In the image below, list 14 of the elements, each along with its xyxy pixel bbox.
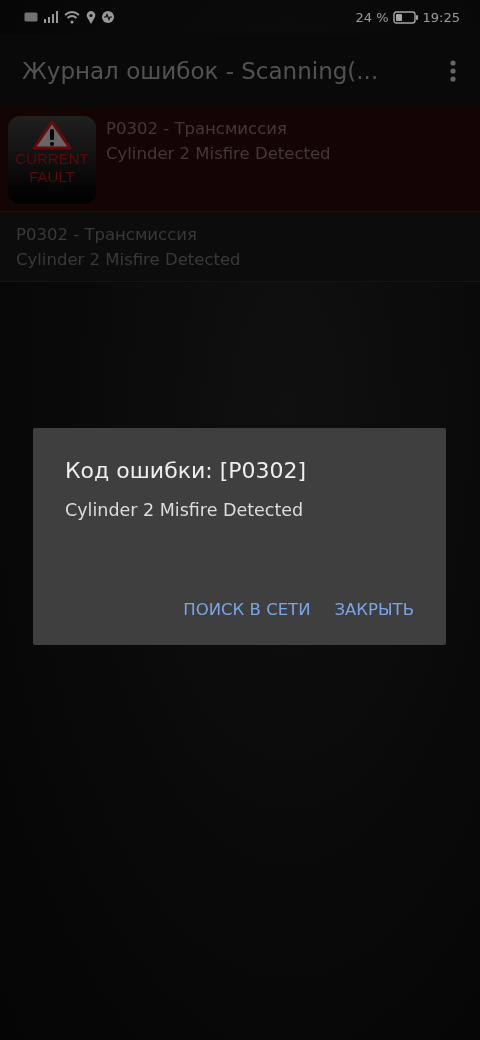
wifi-icon	[64, 10, 80, 24]
signal-icon	[44, 11, 58, 23]
dialog-button[interactable]: ЗАКРЫТЬ	[326, 594, 422, 625]
app-title: Журнал ошибок - Scanning(...	[22, 58, 379, 84]
current-fault-icon: CURRENT FAULT	[8, 116, 96, 204]
location-icon	[86, 10, 96, 24]
battery-icon	[392, 10, 419, 24]
more-options-icon[interactable]	[450, 60, 456, 82]
dialog-message: Cylinder 2 Misfire Detected	[65, 500, 305, 520]
dialog-title: Код ошибки: [P0302]	[65, 457, 308, 485]
clock: 19:25	[422, 9, 460, 25]
activity-icon	[102, 11, 114, 23]
battery-percent: 24 %	[355, 9, 389, 25]
dialog-button[interactable]: ПОИСК В СЕТИ	[175, 594, 319, 625]
